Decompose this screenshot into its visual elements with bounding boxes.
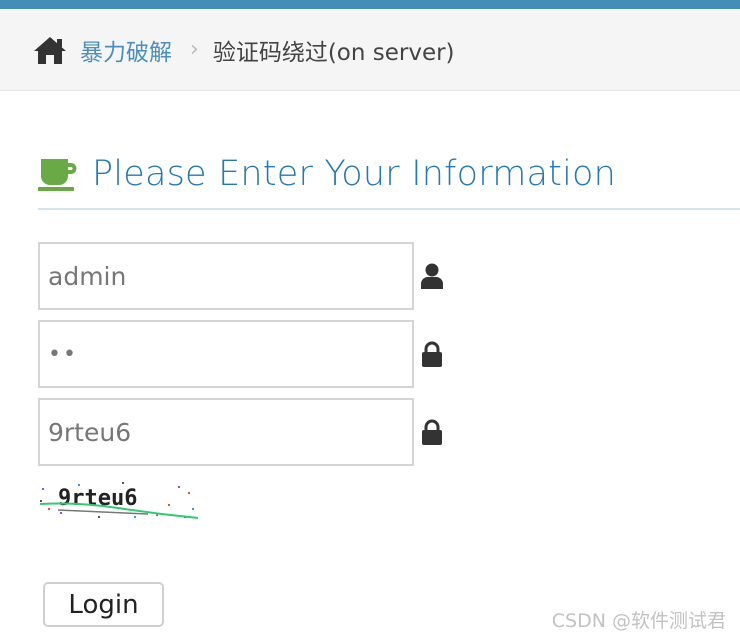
breadcrumb-link-brute-force[interactable]: 暴力破解: [80, 33, 172, 67]
watermark: CSDN @软件测试君: [551, 610, 726, 632]
home-icon[interactable]: [32, 35, 68, 65]
breadcrumb: 暴力破解 › 验证码绕过(on server): [0, 9, 740, 91]
username-field[interactable]: [38, 242, 414, 310]
username-row: [38, 242, 458, 310]
coffee-icon: [38, 159, 77, 191]
lock-icon: [422, 419, 442, 445]
login-button[interactable]: Login: [43, 582, 164, 627]
password-field[interactable]: [38, 320, 414, 388]
breadcrumb-current: 验证码绕过(on server): [212, 39, 455, 66]
captcha-image[interactable]: 9rteu6: [38, 478, 200, 522]
user-icon: [421, 263, 443, 289]
top-navbar-strip: [0, 0, 740, 9]
form-heading: Please Enter Your Information: [38, 148, 740, 210]
lock-icon: [422, 341, 442, 367]
captcha-row: [38, 398, 458, 466]
captcha-image-text: 9rteu6: [58, 486, 137, 511]
chevron-right-icon: ›: [190, 37, 199, 62]
captcha-field[interactable]: [38, 398, 414, 466]
password-row: [38, 320, 458, 388]
page-title: Please Enter Your Information: [92, 154, 617, 194]
